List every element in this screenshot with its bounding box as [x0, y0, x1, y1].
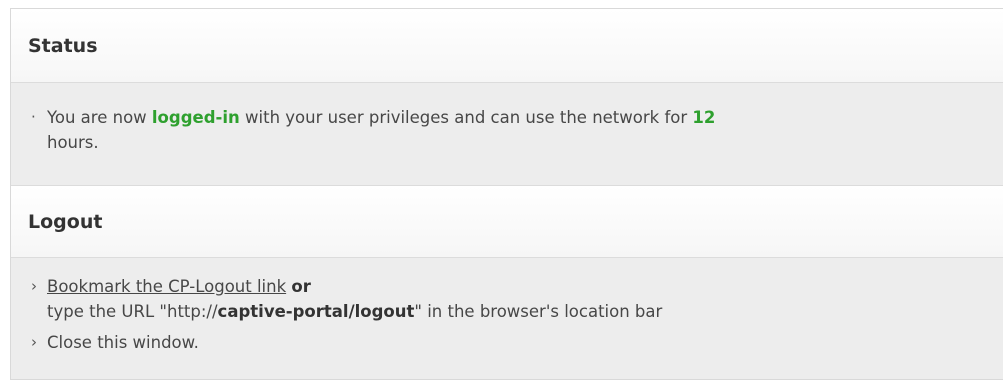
chevron-right-icon: ›: [31, 277, 37, 295]
logout-header: Logout: [11, 186, 1003, 258]
hours-value: 12: [692, 108, 716, 127]
bookmark-logout-link[interactable]: Bookmark the CP-Logout link: [47, 277, 286, 296]
or-label: or: [291, 277, 311, 296]
type-url-prefix: type the URL "http://: [47, 302, 218, 321]
chevron-right-icon: ›: [31, 333, 37, 351]
status-message: · You are now logged-in with your user p…: [31, 105, 1003, 155]
status-text-2: with your user privileges and can use th…: [239, 108, 693, 127]
logout-title: Logout: [28, 210, 103, 233]
status-text-3: hours.: [47, 133, 99, 152]
logged-in-label: logged-in: [151, 108, 240, 127]
status-text-1: You are now: [47, 108, 152, 127]
type-url-suffix: " in the browser's location bar: [414, 302, 663, 321]
logout-bookmark-item: › Bookmark the CP-Logout link or: [31, 274, 1003, 299]
status-body: · You are now logged-in with your user p…: [11, 83, 1003, 186]
captive-portal-panel: Status · You are now logged-in with your…: [10, 8, 1003, 380]
logout-url-instruction: type the URL "http://captive-portal/logo…: [31, 299, 1003, 324]
status-title: Status: [28, 34, 98, 57]
status-header: Status: [11, 9, 1003, 83]
logout-body: › Bookmark the CP-Logout link or type th…: [11, 258, 1003, 379]
logout-url: captive-portal/logout: [217, 302, 415, 321]
dot-bullet-icon: ·: [31, 108, 36, 126]
close-window-text: Close this window.: [47, 333, 199, 352]
close-window-item: › Close this window.: [31, 330, 1003, 355]
